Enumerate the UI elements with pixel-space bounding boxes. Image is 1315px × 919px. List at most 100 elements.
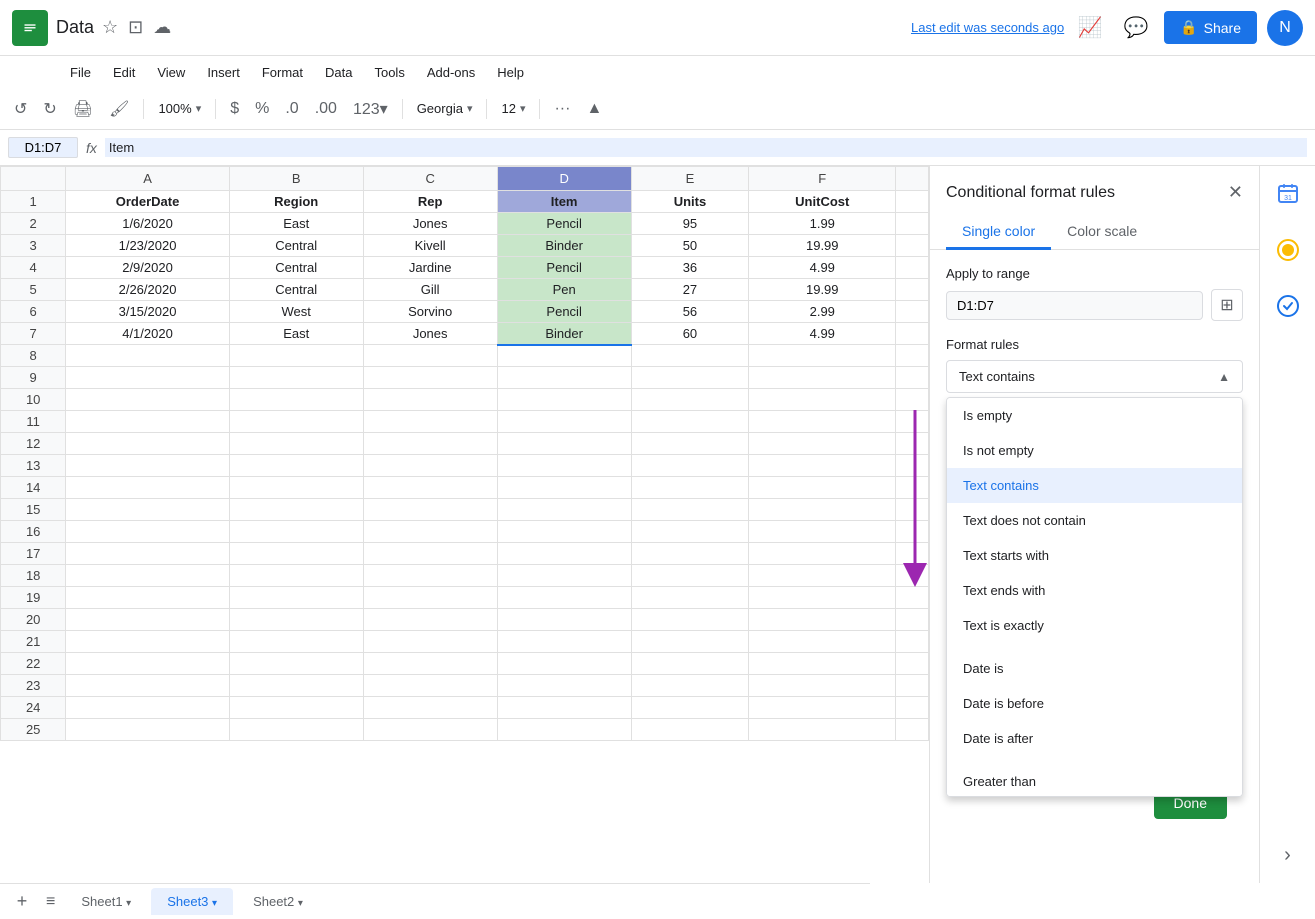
cell-reference-input[interactable]: D1:D7	[8, 137, 78, 158]
print-button[interactable]: 🖨	[67, 95, 99, 123]
menu-tools[interactable]: Tools	[364, 61, 414, 84]
cell-d6[interactable]: Pencil	[497, 301, 631, 323]
close-panel-button[interactable]: ✕	[1228, 182, 1243, 203]
menu-file[interactable]: File	[60, 61, 101, 84]
tab-color-scale[interactable]: Color scale	[1051, 215, 1153, 250]
cell-e2[interactable]: 95	[631, 213, 749, 235]
cell-d1[interactable]: Item	[497, 191, 631, 213]
col-header-f[interactable]: F	[749, 167, 896, 191]
col-header-b[interactable]: B	[229, 167, 363, 191]
cell-c4[interactable]: Jardine	[363, 257, 497, 279]
cell-f6[interactable]: 2.99	[749, 301, 896, 323]
rule-is-empty[interactable]: Is empty	[947, 398, 1242, 433]
star-icon[interactable]: ☆	[102, 17, 118, 38]
cell-e5[interactable]: 27	[631, 279, 749, 301]
cell-a3[interactable]: 1/23/2020	[66, 235, 229, 257]
menu-help[interactable]: Help	[487, 61, 534, 84]
cell-c7[interactable]: Jones	[363, 323, 497, 345]
cloud-icon[interactable]: ☁	[153, 17, 171, 38]
paint-format-button[interactable]: 🖌	[103, 95, 135, 123]
add-sheet-button[interactable]: +	[8, 888, 36, 916]
collapse-toolbar-button[interactable]: ▲	[580, 96, 608, 122]
menu-insert[interactable]: Insert	[197, 61, 250, 84]
zoom-dropdown[interactable]: 100% ▾	[152, 97, 207, 120]
range-input[interactable]: D1:D7	[946, 291, 1203, 320]
cell-a1[interactable]: OrderDate	[66, 191, 229, 213]
col-header-a[interactable]: A	[66, 167, 229, 191]
cell-b2[interactable]: East	[229, 213, 363, 235]
rule-text-contains[interactable]: Text contains	[947, 468, 1242, 503]
cell-b7[interactable]: East	[229, 323, 363, 345]
expand-icon[interactable]: ›	[1268, 835, 1308, 875]
cell-a4[interactable]: 2/9/2020	[66, 257, 229, 279]
rule-text-starts-with[interactable]: Text starts with	[947, 538, 1242, 573]
menu-view[interactable]: View	[147, 61, 195, 84]
rule-text-not-contain[interactable]: Text does not contain	[947, 503, 1242, 538]
avatar[interactable]: N	[1267, 10, 1303, 46]
cell-c3[interactable]: Kivell	[363, 235, 497, 257]
rule-is-not-empty[interactable]: Is not empty	[947, 433, 1242, 468]
check-icon[interactable]	[1268, 286, 1308, 326]
menu-addons[interactable]: Add-ons	[417, 61, 485, 84]
cell-c2[interactable]: Jones	[363, 213, 497, 235]
cell-b5[interactable]: Central	[229, 279, 363, 301]
cell-f2[interactable]: 1.99	[749, 213, 896, 235]
cell-b1[interactable]: Region	[229, 191, 363, 213]
cell-c5[interactable]: Gill	[363, 279, 497, 301]
cell-e4[interactable]: 36	[631, 257, 749, 279]
col-header-e[interactable]: E	[631, 167, 749, 191]
range-grid-button[interactable]: ⊞	[1211, 289, 1243, 321]
redo-button[interactable]: ↻	[37, 95, 62, 123]
cell-d4[interactable]: Pencil	[497, 257, 631, 279]
tab-single-color[interactable]: Single color	[946, 215, 1051, 250]
cell-b3[interactable]: Central	[229, 235, 363, 257]
percent-button[interactable]: %	[249, 96, 275, 122]
undo-button[interactable]: ↺	[8, 95, 33, 123]
fontsize-dropdown[interactable]: 12 ▾	[495, 97, 531, 120]
cell-a5[interactable]: 2/26/2020	[66, 279, 229, 301]
cell-f3[interactable]: 19.99	[749, 235, 896, 257]
folder-icon[interactable]: ⊡	[128, 17, 143, 38]
format-rules-dropdown[interactable]: Text contains ▲ Is empty Is not empty Te…	[946, 360, 1243, 393]
format-rules-selected[interactable]: Text contains ▲	[947, 361, 1242, 392]
cell-f4[interactable]: 4.99	[749, 257, 896, 279]
last-edit-link[interactable]: Last edit was seconds ago	[911, 20, 1064, 35]
rule-date-is-after[interactable]: Date is after	[947, 721, 1242, 756]
cell-f1[interactable]: UnitCost	[749, 191, 896, 213]
more-options-button[interactable]: ···	[548, 96, 576, 122]
cell-c1[interactable]: Rep	[363, 191, 497, 213]
cell-b6[interactable]: West	[229, 301, 363, 323]
currency-button[interactable]: $	[224, 96, 245, 122]
col-header-c[interactable]: C	[363, 167, 497, 191]
menu-format[interactable]: Format	[252, 61, 313, 84]
cell-d5[interactable]: Pen	[497, 279, 631, 301]
cell-d2[interactable]: Pencil	[497, 213, 631, 235]
sheet-menu-button[interactable]: ≡	[40, 889, 61, 915]
rule-text-is-exactly[interactable]: Text is exactly	[947, 608, 1242, 643]
tasks-icon[interactable]	[1268, 230, 1308, 270]
cell-e1[interactable]: Units	[631, 191, 749, 213]
cell-b4[interactable]: Central	[229, 257, 363, 279]
comments-icon[interactable]: 💬	[1118, 10, 1154, 46]
chart-icon[interactable]: 📈	[1072, 10, 1108, 46]
menu-edit[interactable]: Edit	[103, 61, 145, 84]
format-number-button[interactable]: 123▾	[347, 95, 394, 123]
cell-a7[interactable]: 4/1/2020	[66, 323, 229, 345]
cell-a2[interactable]: 1/6/2020	[66, 213, 229, 235]
col-header-d[interactable]: D	[497, 167, 631, 191]
cell-e6[interactable]: 56	[631, 301, 749, 323]
sheet-tab-sheet3[interactable]: Sheet3 ▾	[151, 888, 233, 915]
cell-f5[interactable]: 19.99	[749, 279, 896, 301]
calendar-icon[interactable]: 31	[1268, 174, 1308, 214]
sheet-tab-sheet2[interactable]: Sheet2 ▾	[237, 888, 319, 915]
cell-d7[interactable]: Binder	[497, 323, 631, 345]
font-dropdown[interactable]: Georgia ▾	[411, 97, 479, 120]
menu-data[interactable]: Data	[315, 61, 362, 84]
cell-d3[interactable]: Binder	[497, 235, 631, 257]
share-button[interactable]: 🔒 Share	[1164, 11, 1257, 44]
rule-date-is[interactable]: Date is	[947, 651, 1242, 686]
rule-date-is-before[interactable]: Date is before	[947, 686, 1242, 721]
cell-c6[interactable]: Sorvino	[363, 301, 497, 323]
formula-input[interactable]	[105, 138, 1307, 157]
cell-a6[interactable]: 3/15/2020	[66, 301, 229, 323]
